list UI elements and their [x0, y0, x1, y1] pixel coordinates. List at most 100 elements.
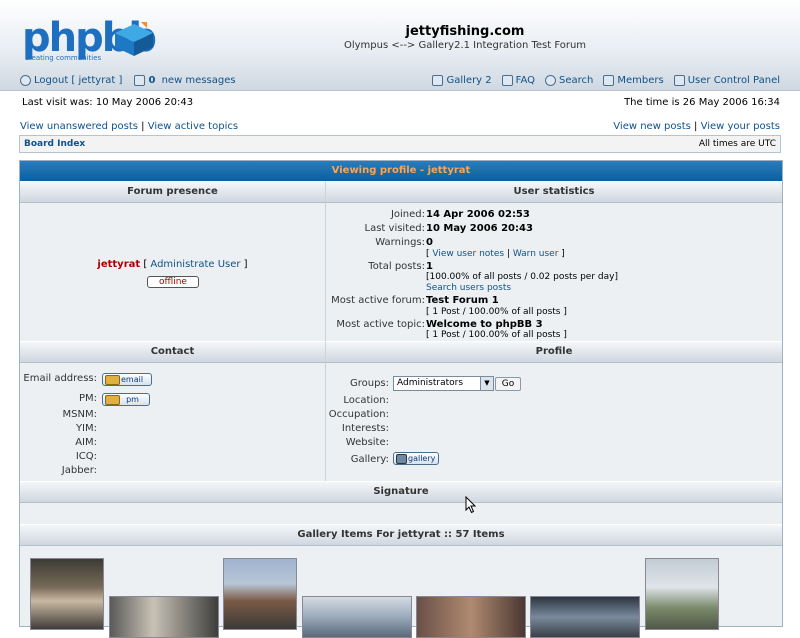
most-active-topic-label: Most active topic: — [336, 319, 425, 330]
link-separator: | — [690, 121, 701, 132]
warnings-value: 0 — [426, 237, 433, 248]
email-button-label: email — [121, 375, 144, 384]
gallery-thumbnail[interactable] — [530, 596, 640, 638]
gallery-thumbnail[interactable] — [223, 558, 297, 630]
gallery-label: Gallery 2 — [446, 75, 492, 86]
ucp-link[interactable]: User Control Panel — [673, 75, 780, 86]
gallery-thumbnail[interactable] — [416, 596, 526, 638]
most-active-topic-link[interactable]: Welcome to phpBB 3 — [426, 319, 543, 330]
gallery-icon — [432, 75, 444, 86]
administrate-user-link[interactable]: Administrate User — [150, 259, 240, 270]
view-unanswered-link[interactable]: View unanswered posts — [20, 121, 138, 132]
admin-bracket-open: [ — [140, 259, 151, 270]
gallery-button[interactable]: gallery — [393, 452, 440, 465]
pm-button[interactable]: pm — [102, 393, 151, 406]
quick-links-right: View new posts | View your posts — [613, 121, 780, 132]
profile-cell: Groups: Administrators ▼ Go Location: Oc… — [326, 363, 782, 481]
last-visited-label: Last visited: — [364, 223, 425, 234]
aim-label: AIM: — [75, 437, 97, 448]
logout-icon — [20, 75, 31, 86]
messages-label: new messages — [158, 75, 236, 86]
contact-cell: Email address: email PM: pm MSNM: YIM: A… — [20, 363, 326, 481]
members-label: Members — [617, 75, 664, 86]
site-description: Olympus <--> Gallery2.1 Integration Test… — [343, 40, 587, 51]
logo-cube-icon — [115, 22, 153, 56]
interests-label: Interests: — [341, 423, 389, 434]
logout-label: Logout [ jettyrat ] — [34, 75, 123, 86]
total-posts-value: 1 — [426, 261, 433, 272]
logout-link[interactable]: Logout [ jettyrat ] — [20, 75, 122, 86]
messages-count: 0 — [148, 75, 156, 86]
camera-icon — [396, 454, 407, 464]
location-label: Location: — [343, 395, 389, 406]
gallery-thumbnail[interactable] — [30, 558, 104, 630]
active-forum-detail: [ 1 Post / 100.00% of all posts ] — [426, 307, 567, 317]
last-visit-text: Last visit was: 10 May 2006 20:43 — [22, 97, 194, 108]
gallery-link[interactable]: Gallery 2 — [432, 75, 492, 86]
signature-cell — [20, 503, 782, 524]
gallery-items-header: Gallery Items For jettyrat :: 57 Items — [20, 524, 782, 546]
view-new-posts-link[interactable]: View new posts — [613, 121, 691, 132]
joined-label: Joined: — [390, 209, 425, 220]
icq-label: ICQ: — [75, 451, 97, 462]
search-icon — [545, 75, 557, 86]
total-posts-label: Total posts: — [368, 261, 425, 272]
website-label: Website: — [345, 437, 389, 448]
joined-value: 14 Apr 2006 02:53 — [426, 209, 530, 220]
groups-label: Groups: — [349, 378, 389, 389]
warn-user-link[interactable]: Warn user — [513, 249, 559, 259]
most-active-forum-link[interactable]: Test Forum 1 — [426, 295, 499, 306]
contact-header: Contact — [20, 341, 326, 363]
user-icon — [673, 75, 685, 86]
search-user-posts-link[interactable]: Search users posts — [426, 283, 511, 293]
admin-bracket-close: ] — [240, 259, 248, 270]
logo-tagline: creating communities — [25, 54, 102, 62]
site-title: jettyfishing.com — [405, 24, 525, 39]
view-active-topics-link[interactable]: View active topics — [148, 121, 238, 132]
gallery-thumbnail[interactable] — [109, 596, 219, 638]
messages-link[interactable]: 0 new messages — [134, 75, 236, 86]
envelope-icon — [134, 75, 146, 86]
site-logo[interactable]: phpbb creating communities — [20, 14, 157, 66]
occupation-label: Occupation: — [328, 409, 389, 420]
faq-link[interactable]: FAQ — [501, 75, 535, 86]
email-icon — [105, 375, 120, 385]
email-label: Email address: — [23, 373, 97, 384]
username: jettyrat — [97, 259, 141, 270]
current-time-text: The time is 26 May 2006 16:34 — [624, 97, 780, 108]
groups-select[interactable]: Administrators ▼ — [393, 376, 494, 391]
search-link[interactable]: Search — [545, 75, 593, 86]
warnings-label: Warnings: — [375, 237, 425, 248]
quick-links-left: View unanswered posts | View active topi… — [20, 121, 238, 132]
online-status-badge: offline — [147, 276, 199, 288]
mouse-cursor-icon — [465, 496, 477, 514]
link-separator: | — [137, 121, 148, 132]
signature-header: Signature — [20, 481, 782, 503]
members-link[interactable]: Members — [603, 75, 664, 86]
board-index-link[interactable]: Board Index — [24, 139, 85, 149]
breadcrumb: Board Index All times are UTC — [19, 135, 781, 153]
gallery-thumbnail[interactable] — [302, 596, 412, 638]
jabber-label: Jabber: — [61, 465, 97, 476]
pm-label: PM: — [78, 393, 97, 404]
nav-left: Logout [ jettyrat ] 0 new messages — [20, 75, 236, 86]
chevron-down-icon: ▼ — [480, 377, 493, 390]
page-header: phpbb creating communities jettyfishing.… — [0, 0, 800, 91]
forum-presence-cell: jettyrat [ Administrate User ] offline — [20, 203, 326, 341]
msnm-label: MSNM: — [62, 409, 97, 420]
timezone-text: All times are UTC — [698, 139, 776, 149]
members-icon — [603, 75, 615, 86]
email-button[interactable]: email — [102, 373, 152, 386]
posts-detail: [100.00% of all posts / 0.02 posts per d… — [426, 272, 618, 282]
search-label: Search — [559, 75, 594, 86]
gallery-thumbnail[interactable] — [645, 558, 719, 630]
pm-button-label: pm — [126, 395, 139, 404]
user-statistics-cell: Joined: 14 Apr 2006 02:53 Last visited: … — [326, 203, 782, 341]
gallery-button-label: gallery — [408, 454, 436, 463]
profile-header: Profile — [326, 341, 782, 363]
view-user-notes-link[interactable]: View user notes — [432, 249, 504, 259]
go-button[interactable]: Go — [495, 377, 521, 391]
user-statistics-header: User statistics — [326, 181, 782, 203]
profile-caption: Viewing profile - jettyrat — [20, 161, 782, 181]
view-your-posts-link[interactable]: View your posts — [701, 121, 780, 132]
